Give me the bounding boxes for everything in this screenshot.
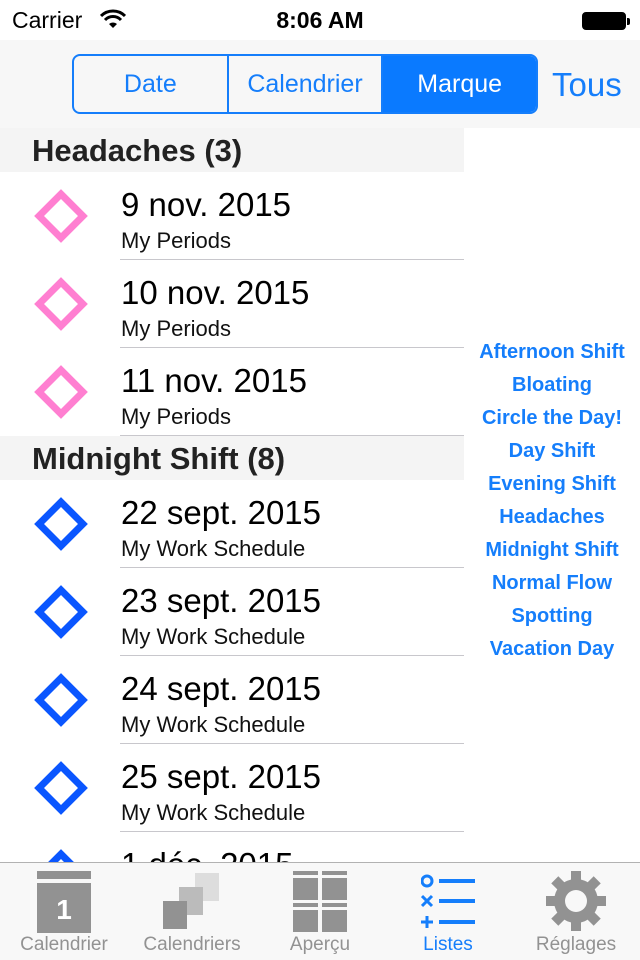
diamond-marker-icon (34, 761, 88, 815)
clock: 8:06 AM (276, 7, 364, 33)
all-button[interactable]: Tous (552, 66, 622, 104)
gear-icon (546, 871, 606, 931)
list-item[interactable]: 10 nov. 2015 My Periods (0, 260, 464, 348)
calendar-day-icon: 1 (37, 871, 91, 933)
section-header: Midnight Shift (8) (0, 436, 464, 480)
event-date: 25 sept. 2015 (121, 758, 321, 795)
index-entry[interactable]: Afternoon Shift (464, 338, 640, 371)
tab-calendriers[interactable]: Calendriers (128, 863, 256, 960)
segment-calendrier[interactable]: Calendrier (229, 56, 384, 112)
diamond-marker-icon (34, 277, 88, 331)
list-item[interactable]: 23 sept. 2015 My Work Schedule (0, 568, 464, 656)
diamond-marker-icon (34, 585, 88, 639)
sort-segmented-control[interactable]: Date Calendrier Marque (72, 54, 538, 114)
status-bar: Carrier 8:06 AM (0, 0, 640, 40)
battery-icon (582, 12, 630, 30)
diamond-marker-icon (34, 497, 88, 551)
tab-apercu[interactable]: Aperçu (256, 863, 384, 960)
event-calendar: My Work Schedule (121, 536, 306, 561)
event-date: 24 sept. 2015 (121, 670, 321, 707)
section-index[interactable]: Afternoon Shift Bloating Circle the Day! Da… (464, 338, 640, 668)
navigation-bar: Date Calendrier Marque Tous (0, 40, 640, 128)
diamond-marker-icon (34, 849, 88, 862)
list-item[interactable]: 11 nov. 2015 My Periods (0, 348, 464, 436)
diamond-marker-icon (34, 189, 88, 243)
list-icon (421, 874, 475, 928)
event-date: 9 nov. 2015 (121, 186, 292, 223)
tab-bar: 1 Calendrier Calendriers Aperçu Listes R… (0, 862, 640, 960)
event-date: 23 sept. 2015 (121, 582, 321, 619)
grid-overview-icon (293, 871, 347, 932)
tab-label: Aperçu (289, 934, 351, 955)
index-entry[interactable]: Headaches (464, 503, 640, 536)
list-item[interactable]: 25 sept. 2015 My Work Schedule (0, 744, 464, 832)
event-date: 10 nov. 2015 (121, 274, 310, 311)
row-divider (120, 435, 464, 436)
index-entry[interactable]: Bloating (464, 371, 640, 404)
tab-calendrier[interactable]: 1 Calendrier (0, 863, 128, 960)
diamond-marker-icon (34, 365, 88, 419)
event-date: 11 nov. 2015 (121, 362, 307, 399)
list-item[interactable]: 1 déc. 2015 (0, 832, 464, 862)
list-item[interactable]: 24 sept. 2015 My Work Schedule (0, 656, 464, 744)
index-entry[interactable]: Midnight Shift (464, 536, 640, 569)
tab-label: Réglages (535, 934, 617, 955)
list-item[interactable]: 9 nov. 2015 My Periods (0, 172, 464, 260)
tab-listes[interactable]: Listes (384, 863, 512, 960)
event-list[interactable]: Headaches (3) 9 nov. 2015 My Periods 10 … (0, 128, 464, 862)
segment-date[interactable]: Date (74, 56, 229, 112)
section-header: Headaches (3) (0, 128, 464, 172)
index-entry[interactable]: Circle the Day! (464, 404, 640, 437)
tab-label: Listes (423, 934, 473, 955)
event-calendar: My Work Schedule (121, 712, 306, 737)
event-calendar: My Work Schedule (121, 800, 306, 825)
tab-label: Calendrier (20, 934, 108, 955)
event-date: 22 sept. 2015 (121, 494, 321, 531)
event-calendar: My Periods (121, 316, 232, 341)
list-item[interactable]: 22 sept. 2015 My Work Schedule (0, 480, 464, 568)
segment-marque[interactable]: Marque (383, 56, 536, 112)
svg-text:1: 1 (56, 894, 72, 925)
event-date: 1 déc. 2015 (121, 846, 293, 862)
tab-reglages[interactable]: Réglages (512, 863, 640, 960)
index-entry[interactable]: Vacation Day (464, 635, 640, 668)
index-entry[interactable]: Spotting (464, 602, 640, 635)
calendars-stack-icon (163, 873, 219, 929)
index-entry[interactable]: Day Shift (464, 437, 640, 470)
index-entry[interactable]: Evening Shift (464, 470, 640, 503)
diamond-marker-icon (34, 673, 88, 727)
event-calendar: My Work Schedule (121, 624, 306, 649)
tab-label: Calendriers (143, 934, 241, 955)
event-calendar: My Periods (121, 404, 232, 429)
index-entry[interactable]: Normal Flow (464, 569, 640, 602)
event-calendar: My Periods (121, 228, 232, 253)
